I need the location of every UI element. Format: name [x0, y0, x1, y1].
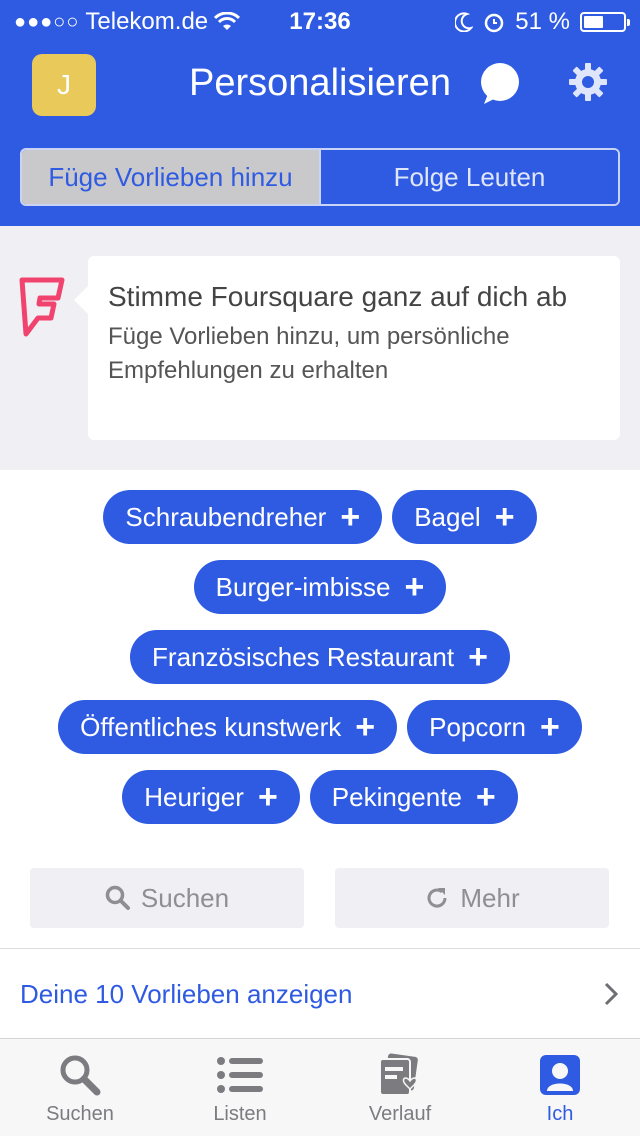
- chip-label: Heuriger: [144, 781, 244, 812]
- plus-icon: +: [257, 778, 278, 816]
- plus-icon: +: [494, 498, 515, 536]
- profile-icon: [540, 1055, 580, 1095]
- tab-label: Suchen: [46, 1103, 114, 1125]
- chip-row: Burger-imbisse +: [0, 560, 640, 614]
- tab-search[interactable]: Suchen: [0, 1039, 160, 1136]
- alarm-icon: [485, 13, 504, 33]
- refresh-icon: [427, 888, 447, 908]
- more-button-label: Mehr: [460, 882, 520, 913]
- chip-row: Französisches Restaurant +: [0, 630, 640, 684]
- gear-icon[interactable]: [568, 62, 608, 102]
- taste-chips: Schraubendreher + Bagel + Burger-imbisse + …: [0, 490, 640, 840]
- chip-label: Pekingente: [331, 781, 462, 812]
- search-icon: [105, 885, 130, 910]
- taste-chip[interactable]: Öffentliches kunstwerk +: [58, 700, 398, 754]
- chip-label: Popcorn: [429, 711, 526, 742]
- tab-label: Ich: [546, 1103, 574, 1125]
- chip-row: Heuriger + Pekingente +: [0, 770, 640, 824]
- chip-row: Schraubendreher + Bagel +: [0, 490, 640, 544]
- tab-bar: Suchen Listen Verlauf Ich: [0, 1038, 640, 1136]
- chevron-right-icon: [604, 982, 618, 1006]
- segment-area: Füge Vorlieben hinzu Folge Leuten: [0, 128, 640, 226]
- tab-follow-people[interactable]: Folge Leuten: [321, 150, 618, 204]
- plus-icon: +: [468, 638, 488, 676]
- history-icon: [379, 1053, 418, 1096]
- taste-chip[interactable]: Schraubendreher +: [103, 490, 383, 544]
- tab-history[interactable]: Verlauf: [320, 1039, 480, 1136]
- moon-icon: [455, 12, 474, 32]
- divider: [0, 948, 640, 949]
- plus-icon: +: [355, 708, 376, 746]
- taste-chip[interactable]: Popcorn +: [407, 700, 582, 754]
- show-likes-link[interactable]: Deine 10 Vorlieben anzeigen: [0, 950, 640, 1038]
- segmented-control: Füge Vorlieben hinzu Folge Leuten: [20, 148, 620, 206]
- list-icon: [217, 1057, 263, 1093]
- tab-label: Listen: [213, 1103, 267, 1125]
- nav-bar: J Personalisieren: [0, 40, 640, 128]
- chip-label: Französisches Restaurant: [152, 641, 455, 672]
- chip-row: Öffentliches kunstwerk + Popcorn +: [0, 700, 640, 754]
- onboarding-bubble: Stimme Foursquare ganz auf dich ab Füge …: [74, 256, 620, 440]
- tab-lists[interactable]: Listen: [160, 1039, 320, 1136]
- tab-label: Verlauf: [368, 1103, 432, 1125]
- foursquare-logo-icon: [19, 277, 65, 337]
- taste-chip[interactable]: Pekingente +: [309, 770, 518, 824]
- status-right: 51 %: [455, 8, 630, 36]
- taste-chip[interactable]: Burger-imbisse +: [193, 560, 447, 614]
- chip-label: Bagel: [414, 501, 481, 532]
- battery-percent: 51 %: [515, 8, 570, 35]
- plus-icon: +: [539, 708, 560, 746]
- plus-icon: +: [340, 498, 361, 536]
- more-button[interactable]: Mehr: [335, 868, 609, 928]
- page-title: Personalisieren: [189, 62, 451, 104]
- battery-icon: [580, 12, 630, 32]
- chip-label: Burger-imbisse: [215, 571, 391, 602]
- taste-chip[interactable]: Heuriger +: [122, 770, 300, 824]
- chip-label: Öffentliches kunstwerk: [80, 711, 342, 742]
- tab-me[interactable]: Ich: [480, 1039, 640, 1136]
- search-button-label: Suchen: [140, 882, 230, 913]
- show-likes-label: Deine 10 Vorlieben anzeigen: [20, 978, 353, 1009]
- plus-icon: +: [404, 568, 425, 606]
- chat-bubble-icon[interactable]: [478, 62, 522, 106]
- banner-text: Füge Vorlieben hinzu, um persönliche Emp…: [108, 323, 510, 384]
- banner-area: Stimme Foursquare ganz auf dich ab Füge …: [0, 226, 640, 470]
- search-button[interactable]: Suchen: [30, 868, 304, 928]
- taste-chip[interactable]: Bagel +: [392, 490, 537, 544]
- tab-add-likes[interactable]: Füge Vorlieben hinzu: [22, 150, 321, 204]
- chip-label: Schraubendreher: [125, 501, 327, 532]
- status-bar: ●●●○○ Telekom.de 17:36 51 %: [0, 0, 640, 40]
- plus-icon: +: [475, 778, 496, 816]
- taste-chip[interactable]: Französisches Restaurant +: [130, 630, 510, 684]
- search-icon: [60, 1055, 101, 1096]
- banner-title: Stimme Foursquare ganz auf dich ab: [108, 281, 568, 312]
